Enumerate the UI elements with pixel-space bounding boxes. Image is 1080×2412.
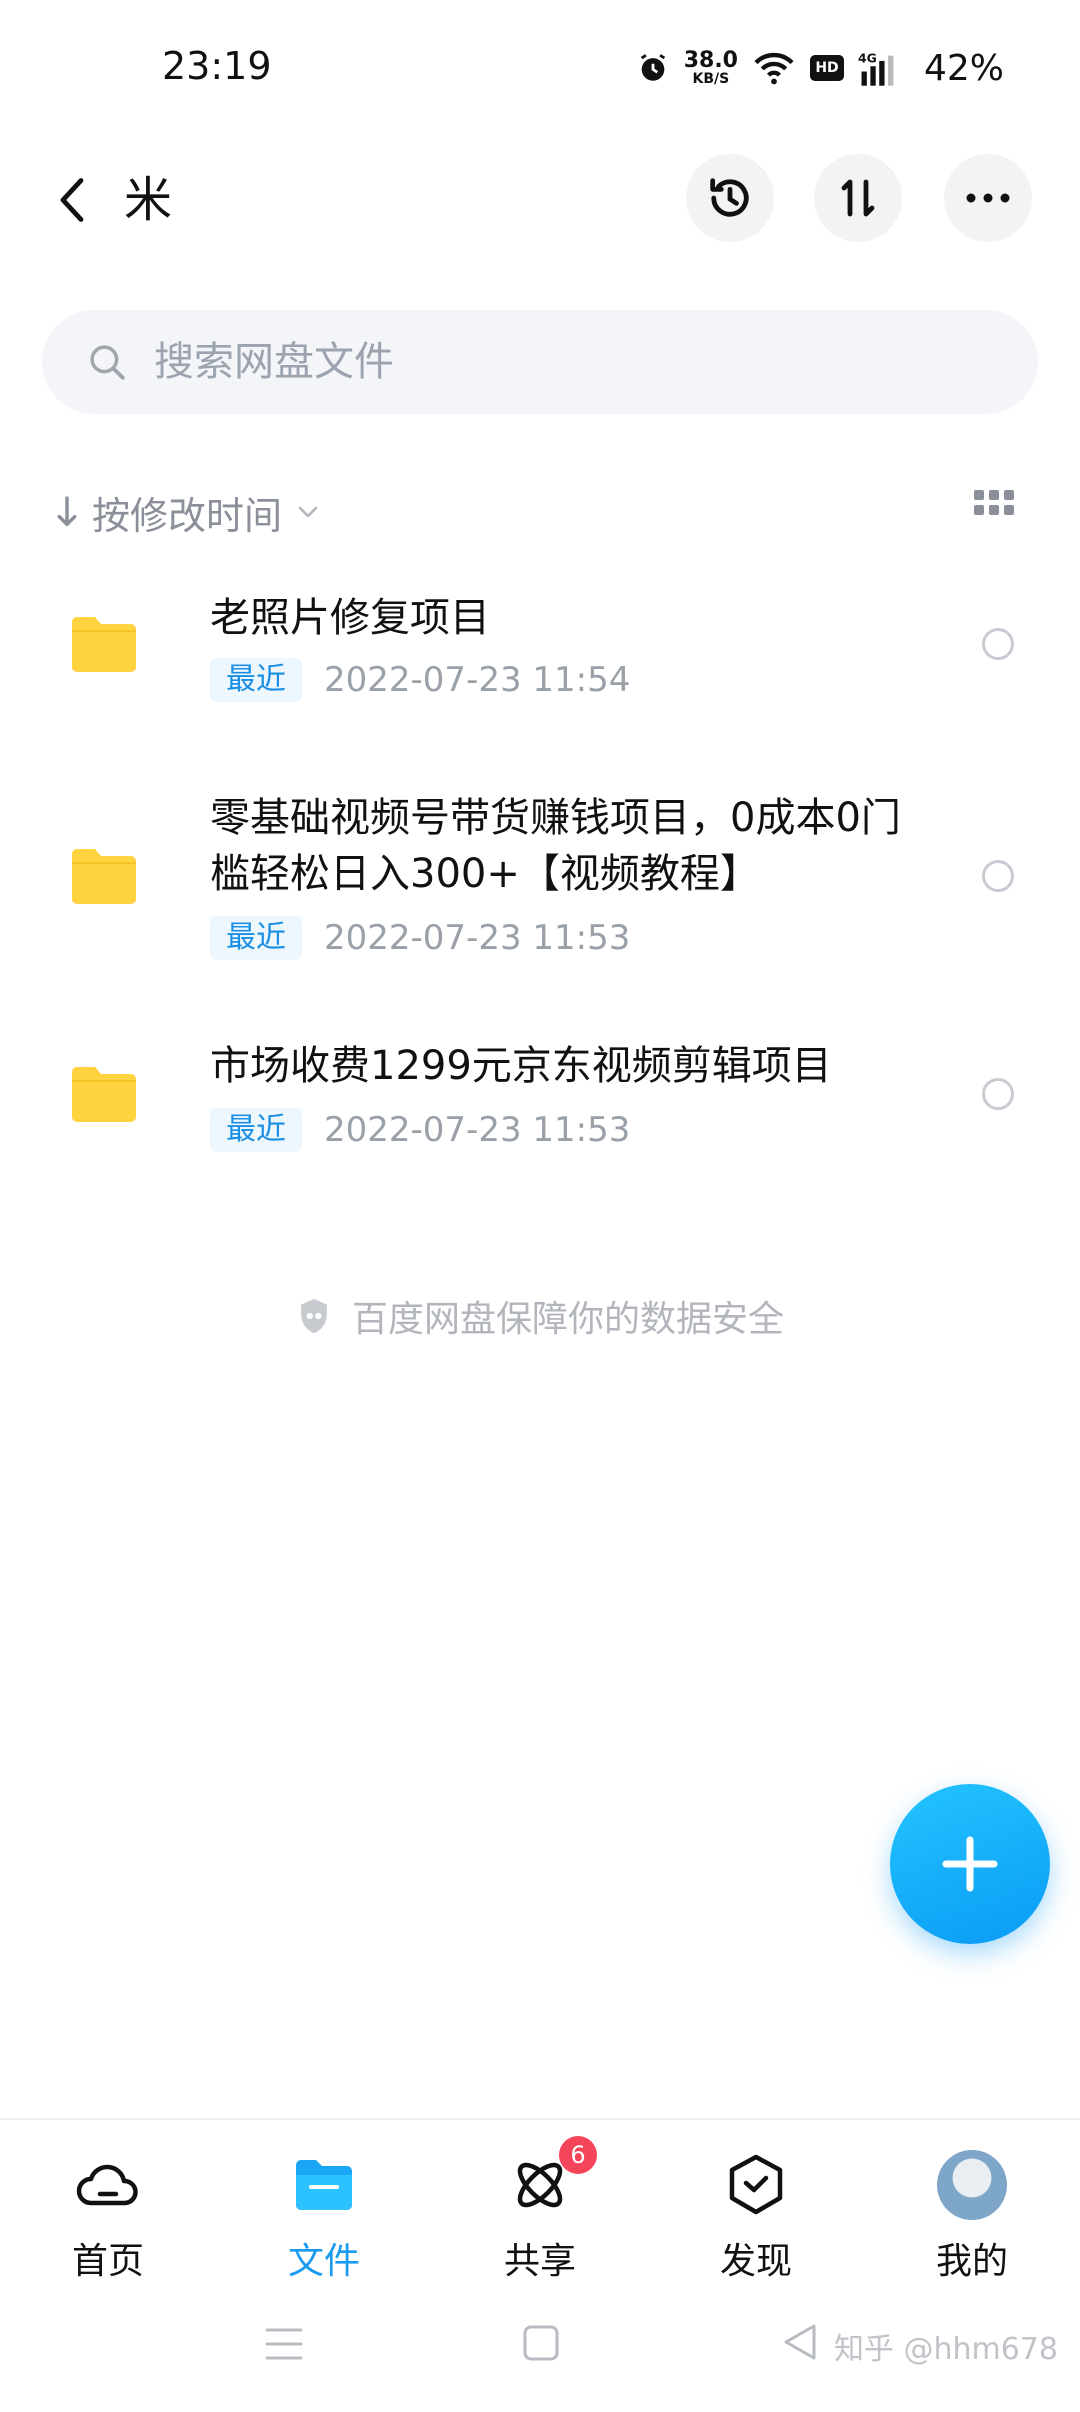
watermark: 知乎 @hhm678 [833, 2332, 1058, 2367]
grid-view-button[interactable] [974, 490, 1018, 534]
file-meta: 最近 2022-07-23 11:54 [210, 658, 630, 702]
plus-icon [942, 1836, 998, 1892]
svg-text:4G: 4G [858, 52, 877, 66]
battery-level: 42% [923, 47, 1004, 89]
arrow-down-icon [57, 496, 77, 527]
menu-nav-button[interactable] [264, 2326, 304, 2362]
file-name: 零基础视频号带货赚钱项目，0成本0门槛轻松日入300+【视频教程】 [210, 795, 901, 897]
search-icon [90, 345, 125, 380]
sort-button[interactable] [814, 154, 902, 242]
safety-note-text: 百度网盘保障你的数据安全 [351, 1299, 784, 1340]
back-button[interactable] [44, 168, 100, 232]
file-meta: 最近 2022-07-23 11:53 [210, 916, 630, 960]
more-button[interactable] [944, 154, 1032, 242]
more-icon [966, 193, 1010, 203]
recent-badge: 最近 [210, 1108, 302, 1152]
file-row[interactable]: 市场收费1299元京东视频剪辑项目 最近 2022-07-23 11:53 [0, 1038, 1080, 1178]
history-button[interactable] [686, 154, 774, 242]
wifi-icon [754, 52, 794, 85]
file-meta: 最近 2022-07-23 11:53 [210, 1108, 630, 1152]
file-date: 2022-07-23 11:54 [324, 660, 631, 700]
file-date: 2022-07-23 11:53 [324, 1110, 631, 1150]
file-row[interactable]: 老照片修复项目 最近 2022-07-23 11:54 [0, 580, 1080, 720]
status-bar: 23:19 38.0 KB/S HD 4G 42% [0, 0, 1080, 140]
folder-icon [72, 1067, 136, 1122]
hd-icon: HD [809, 55, 844, 81]
atom-icon: 6 [505, 2136, 597, 2220]
sort-selector[interactable]: 按修改时间 [56, 480, 320, 544]
file-name: 老照片修复项目 [210, 595, 490, 641]
avatar [937, 2150, 1007, 2220]
net-speed: 38.0 KB/S [683, 48, 738, 87]
chevron-left-icon [60, 178, 84, 222]
select-checkbox[interactable] [982, 628, 1014, 660]
bottom-tab-bar: 首页 文件 6 共享 发现 我的 [0, 2118, 1080, 2290]
tab-label: 文件 [287, 2241, 360, 2282]
home-nav-button[interactable] [522, 2324, 560, 2362]
tab-label: 共享 [503, 2241, 576, 2282]
recent-badge: 最近 [210, 658, 302, 702]
grid-icon [974, 490, 1014, 515]
tab-discover[interactable]: 发现 [686, 2150, 826, 2284]
tab-home[interactable]: 首页 [38, 2150, 178, 2284]
notification-badge: 6 [559, 2136, 597, 2174]
tab-files[interactable]: 文件 [254, 2150, 394, 2284]
add-button[interactable] [890, 1784, 1050, 1944]
file-date: 2022-07-23 11:53 [324, 918, 631, 958]
tab-profile[interactable]: 我的 [902, 2150, 1042, 2284]
safety-note: 百度网盘保障你的数据安全 [0, 1290, 1080, 1342]
search-input[interactable] [154, 339, 954, 385]
search-bar[interactable] [42, 310, 1038, 414]
cloud-icon [73, 2150, 143, 2220]
file-name: 市场收费1299元京东视频剪辑项目 [210, 1043, 832, 1089]
alarm-icon [640, 54, 665, 81]
back-nav-button[interactable] [782, 2322, 818, 2362]
chevron-down-icon [298, 506, 318, 518]
folder-icon [72, 617, 136, 672]
sort-label: 按修改时间 [92, 493, 283, 538]
tab-label: 我的 [935, 2241, 1008, 2282]
shield-icon [301, 1298, 327, 1334]
discover-icon [721, 2150, 791, 2220]
folder-icon [289, 2150, 359, 2220]
recent-badge: 最近 [210, 916, 302, 960]
tab-share[interactable]: 6 共享 [470, 2136, 610, 2284]
history-icon [710, 178, 749, 217]
page-title: 米 [124, 172, 173, 228]
select-checkbox[interactable] [982, 860, 1014, 892]
signal-icon: 4G [858, 52, 894, 86]
status-time: 23:19 [162, 44, 272, 88]
tab-label: 首页 [71, 2241, 144, 2282]
status-icons: 38.0 KB/S HD 4G 42% [636, 44, 1004, 92]
folder-icon [72, 849, 136, 904]
tab-label: 发现 [719, 2241, 792, 2282]
file-row[interactable]: 零基础视频号带货赚钱项目，0成本0门槛轻松日入300+【视频教程】 最近 202… [0, 790, 1080, 970]
select-checkbox[interactable] [982, 1078, 1014, 1110]
sort-icon [841, 179, 875, 217]
